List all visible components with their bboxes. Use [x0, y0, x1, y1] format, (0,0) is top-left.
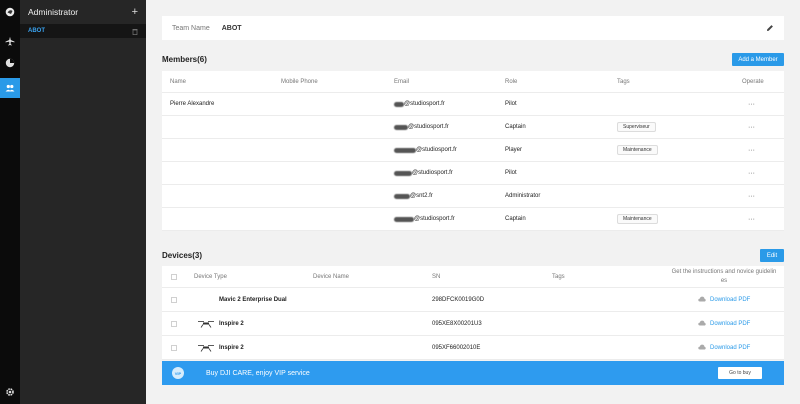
member-role: Pilot: [505, 101, 517, 107]
device-checkbox[interactable]: [171, 296, 177, 303]
banner-text: Buy DJI CARE, enjoy VIP service: [206, 369, 310, 377]
team-name-label: Team Name: [172, 24, 210, 32]
devices-title: Devices(3): [162, 251, 203, 260]
member-row: @snt2.fr Administrator ···: [162, 185, 784, 208]
download-pdf-link[interactable]: Download PDF: [698, 344, 750, 352]
download-pdf-label: Download PDF: [710, 320, 751, 327]
drone-icon: [198, 344, 214, 352]
more-options-icon[interactable]: ···: [748, 101, 755, 108]
download-pdf-label: Download PDF: [710, 344, 751, 351]
device-sn: 095XF66002010E: [432, 344, 481, 351]
col-tags: Tags: [617, 78, 630, 85]
member-row: @studiosport.fr Captain Superviseur ···: [162, 116, 784, 139]
member-email: @studiosport.fr: [414, 216, 455, 222]
member-tag: Maintenance: [617, 145, 658, 155]
add-member-button[interactable]: Add a Member: [732, 53, 784, 66]
redacted-email-blur: [394, 124, 408, 130]
member-role: Captain: [505, 216, 526, 222]
member-name: Pierre Alexandre: [170, 101, 215, 107]
member-email: @studiosport.fr: [412, 170, 453, 176]
icon-rail: [0, 0, 20, 404]
col-sn: SN: [432, 273, 441, 280]
trash-icon[interactable]: [132, 28, 138, 35]
member-tag: Maintenance: [617, 214, 658, 224]
plus-icon[interactable]: +: [132, 6, 138, 18]
devices-table-header: Device Type Device Name SN Tags Get the …: [162, 266, 784, 288]
member-role: Pilot: [505, 170, 517, 176]
redacted-email-blur: [394, 101, 404, 107]
go-to-buy-button[interactable]: Go to buy: [718, 367, 762, 379]
member-email: @studiosport.fr: [408, 124, 449, 130]
device-sn: 095XE8X00201U3: [432, 320, 482, 327]
member-tag: Superviseur: [617, 122, 656, 132]
members-title: Members(6): [162, 55, 207, 64]
download-pdf-label: Download PDF: [710, 296, 751, 303]
device-type: Mavic 2 Enterprise Dual: [219, 296, 287, 303]
more-options-icon[interactable]: ···: [748, 170, 755, 177]
device-sn: 298DFCK0019G0D: [432, 296, 485, 303]
col-email: Email: [394, 78, 410, 85]
team-name-value: ABOT: [221, 24, 242, 32]
members-table-header: Name Mobile Phone Email Role Tags Operat…: [162, 71, 784, 93]
col-operate: Operate: [742, 78, 764, 85]
team-info-card: Team Name ABOT: [162, 16, 784, 40]
device-type: Inspire 2: [219, 320, 244, 327]
download-pdf-link[interactable]: Download PDF: [698, 296, 750, 304]
redacted-email-blur: [394, 193, 410, 199]
device-row: Inspire 2 095XE8X00201U3 Download PDF: [162, 312, 784, 336]
more-options-icon[interactable]: ···: [748, 124, 755, 131]
member-email: @studiosport.fr: [416, 147, 457, 153]
team-icon[interactable]: [0, 78, 20, 98]
col-mobile-phone: Mobile Phone: [281, 78, 318, 85]
member-email: @studiosport.fr: [404, 101, 445, 107]
dji-care-banner: VIP Buy DJI CARE, enjoy VIP service Go t…: [162, 361, 784, 385]
member-row: @studiosport.fr Captain Maintenance ···: [162, 208, 784, 231]
settings-icon[interactable]: [0, 382, 20, 402]
pie-chart-icon[interactable]: [0, 53, 20, 73]
col-instructions: Get the instructions and novice guidelin…: [671, 268, 777, 284]
download-pdf-link[interactable]: Download PDF: [698, 320, 750, 328]
airplane-icon[interactable]: [0, 31, 20, 51]
more-options-icon[interactable]: ···: [748, 147, 755, 154]
member-role: Player: [505, 147, 523, 153]
drone-icon: [198, 320, 214, 328]
col-name: Name: [170, 78, 187, 85]
cloud-download-icon: [698, 296, 706, 304]
edit-devices-button[interactable]: Edit: [760, 249, 784, 262]
more-options-icon[interactable]: ···: [748, 193, 755, 200]
member-email: @snt2.fr: [410, 193, 433, 199]
members-table: Name Mobile Phone Email Role Tags Operat…: [162, 71, 784, 231]
more-options-icon[interactable]: ···: [748, 216, 755, 223]
logo-icon[interactable]: [0, 2, 20, 22]
panel-title: Administrator: [28, 7, 79, 17]
cloud-download-icon: [698, 344, 706, 352]
devices-table: Device Type Device Name SN Tags Get the …: [162, 266, 784, 360]
member-row: @studiosport.fr Player Maintenance ···: [162, 139, 784, 162]
member-row: @studiosport.fr Pilot ···: [162, 162, 784, 185]
device-row: Inspire 2 095XF66002010E Download PDF: [162, 336, 784, 360]
redacted-email-blur: [394, 216, 414, 222]
redacted-email-blur: [394, 170, 412, 176]
col-device-name: Device Name: [313, 273, 350, 280]
redacted-email-blur: [394, 147, 416, 153]
team-list-item-label: ABOT: [28, 28, 45, 34]
team-panel: Administrator + ABOT: [20, 0, 146, 404]
select-all-checkbox[interactable]: [171, 273, 177, 280]
vip-badge-icon: VIP: [172, 367, 184, 379]
team-list-item[interactable]: ABOT: [20, 24, 146, 38]
device-row: Mavic 2 Enterprise Dual 298DFCK0019G0D Dow…: [162, 288, 784, 312]
panel-header: Administrator +: [20, 0, 146, 24]
col-device-tags: Tags: [552, 273, 565, 280]
device-checkbox[interactable]: [171, 344, 177, 351]
member-role: Captain: [505, 124, 526, 130]
col-role: Role: [505, 78, 518, 85]
pencil-icon[interactable]: [766, 24, 774, 32]
member-row: Pierre Alexandre @studiosport.fr Pilot ···: [162, 93, 784, 116]
col-device-type: Device Type: [194, 273, 227, 280]
device-checkbox[interactable]: [171, 320, 177, 327]
member-role: Administrator: [505, 193, 541, 199]
device-type: Inspire 2: [219, 344, 244, 351]
cloud-download-icon: [698, 320, 706, 328]
